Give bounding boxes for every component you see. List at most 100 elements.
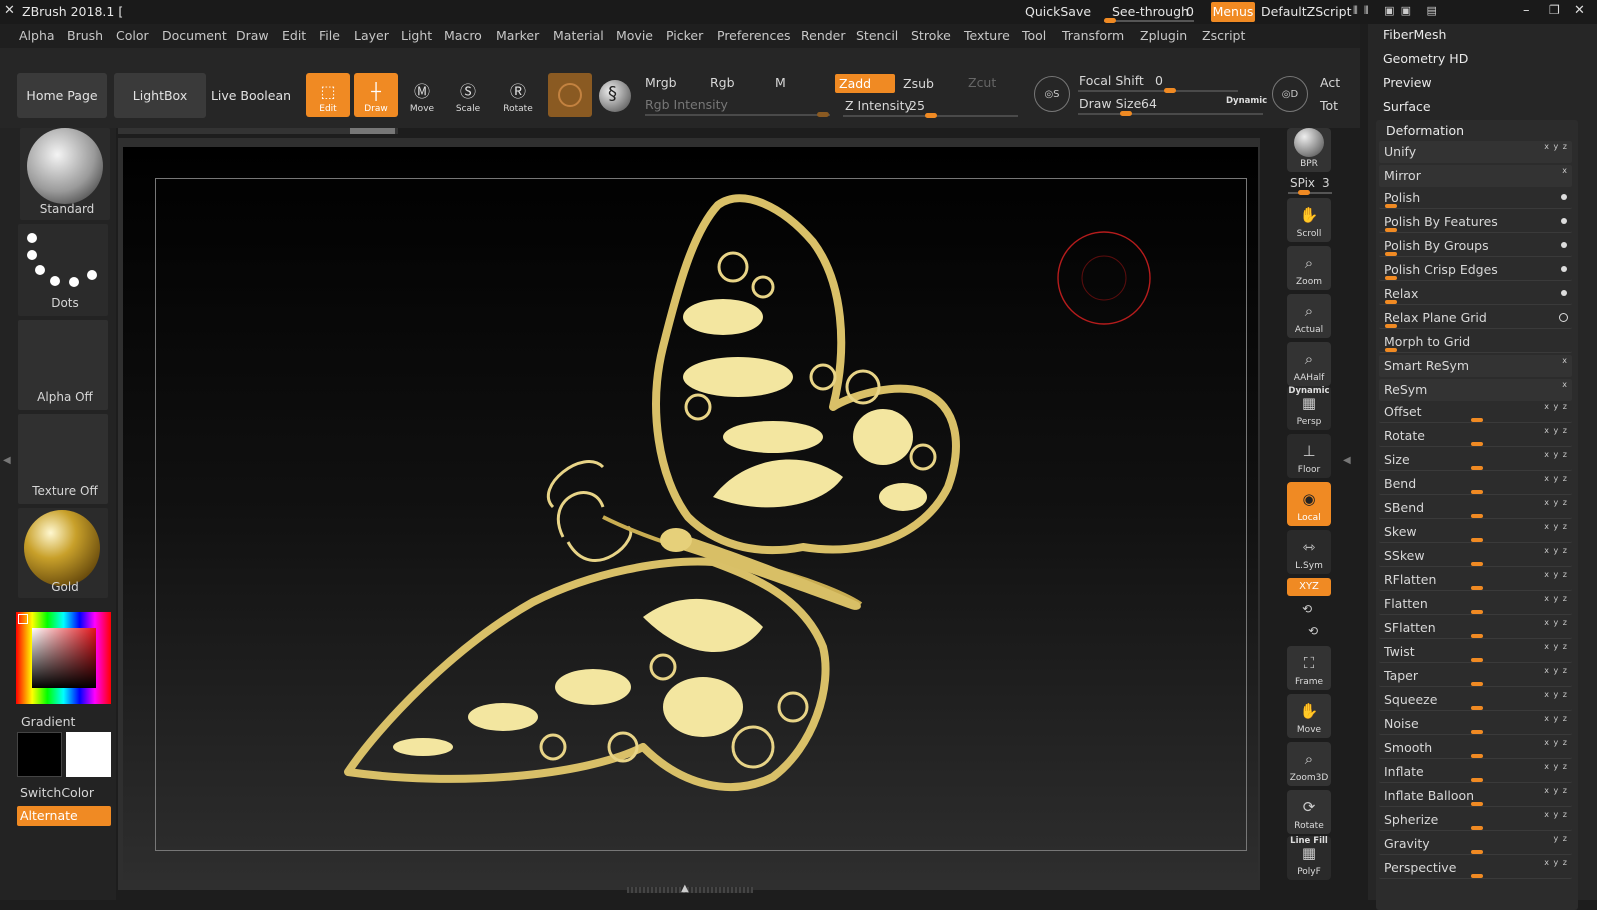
mrgb-toggle[interactable]: Mrgb (645, 75, 677, 90)
slider-knob[interactable] (1471, 778, 1483, 782)
stroke-sym-button[interactable]: ◎S (1034, 76, 1070, 112)
axis-toggle-icons[interactable]: x y z (1544, 858, 1568, 867)
sculptris-pro-button[interactable] (548, 73, 592, 117)
z-intensity-label[interactable]: Z Intensity (845, 98, 912, 113)
axis-toggle-icons[interactable]: x (1562, 166, 1568, 175)
deform-mirror[interactable]: Mirror x (1379, 165, 1572, 187)
axis-toggle-icons[interactable]: x y z (1544, 642, 1568, 651)
slider-knob[interactable] (1385, 348, 1397, 352)
radio-dot-icon[interactable] (1561, 218, 1567, 224)
deform-sbend[interactable]: SBend x y z (1379, 497, 1572, 519)
spix-slider[interactable] (1288, 190, 1332, 195)
deform-size[interactable]: Size x y z (1379, 449, 1572, 471)
deform-perspective[interactable]: Perspective x y z (1379, 857, 1572, 879)
slider-knob[interactable] (1385, 228, 1397, 232)
gradient-label[interactable]: Gradient (21, 714, 75, 729)
quicksave-button[interactable]: QuickSave (1025, 4, 1091, 19)
alternate-button[interactable]: Alternate (17, 806, 111, 826)
geometry-hd-header[interactable]: Geometry HD (1383, 51, 1468, 66)
bottom-tray-handle[interactable] (627, 887, 753, 893)
floor-button[interactable]: ⊥ Floor (1287, 434, 1331, 478)
deform-unify[interactable]: Unify x y z (1379, 141, 1572, 163)
menu-transform[interactable]: Transform (1062, 28, 1124, 43)
rotate-y-icon[interactable]: ⟲ (1302, 602, 1312, 616)
axis-toggle-icons[interactable]: x y z (1544, 714, 1568, 723)
deform-skew[interactable]: Skew x y z (1379, 521, 1572, 543)
slider-knob[interactable] (1471, 514, 1483, 518)
switch-color-button[interactable]: SwitchColor (20, 785, 94, 800)
deform-sflatten[interactable]: SFlatten x y z (1379, 617, 1572, 639)
menu-color[interactable]: Color (116, 28, 149, 43)
m-toggle[interactable]: M (775, 75, 786, 90)
deform-rotate[interactable]: Rotate x y z (1379, 425, 1572, 447)
left-collapse-arrow-icon[interactable]: ◀ (3, 455, 11, 466)
axis-toggle-icons[interactable]: x y z (1544, 498, 1568, 507)
rgb-intensity-label[interactable]: Rgb Intensity (645, 97, 728, 112)
axis-toggle-icons[interactable]: x y z (1544, 618, 1568, 627)
menu-draw[interactable]: Draw (236, 28, 269, 43)
axis-toggle-icons[interactable]: x (1562, 380, 1568, 389)
deform-smooth[interactable]: Smooth x y z (1379, 737, 1572, 759)
slider-knob[interactable] (1385, 300, 1397, 304)
surface-header[interactable]: Surface (1383, 99, 1431, 114)
see-through-label[interactable]: See-through (1112, 4, 1189, 19)
menus-button[interactable]: Menus (1211, 2, 1255, 22)
deform-offset[interactable]: Offset x y z (1379, 401, 1572, 423)
slider-knob[interactable] (1471, 802, 1483, 806)
local-button[interactable]: ◉ Local (1287, 482, 1331, 526)
secondary-color-swatch[interactable] (66, 732, 111, 777)
deform-polish-by-features[interactable]: Polish By Features (1379, 211, 1572, 233)
gyro-button[interactable]: § (599, 80, 631, 112)
scroll-button[interactable]: ✋ Scroll (1287, 198, 1331, 242)
deform-polish[interactable]: Polish (1379, 187, 1572, 209)
radio-dot-icon[interactable] (1561, 194, 1567, 200)
edit-mode-button[interactable]: ⬚ Edit (306, 73, 350, 117)
menu-zscript[interactable]: Zscript (1202, 28, 1245, 43)
rotate-mode-button[interactable]: Ⓡ Rotate (496, 73, 540, 117)
menu-texture[interactable]: Texture (964, 28, 1010, 43)
menu-material[interactable]: Material (553, 28, 604, 43)
menu-layer[interactable]: Layer (354, 28, 389, 43)
menu-stencil[interactable]: Stencil (856, 28, 898, 43)
axis-toggle-icons[interactable]: x y z (1544, 142, 1568, 151)
focal-shift-slider[interactable] (1078, 88, 1238, 93)
slider-knob[interactable] (1471, 586, 1483, 590)
slider-knob[interactable] (1385, 276, 1397, 280)
menu-light[interactable]: Light (401, 28, 432, 43)
deform-sskew[interactable]: SSkew x y z (1379, 545, 1572, 567)
lsym-button[interactable]: ⇿ L.Sym (1287, 530, 1331, 574)
deform-gravity[interactable]: Gravity y z (1379, 833, 1572, 855)
slider-knob[interactable] (1385, 252, 1397, 256)
polyf-button[interactable]: Line Fill ▦ PolyF (1287, 836, 1331, 880)
slider-knob[interactable] (1471, 610, 1483, 614)
radio-dot-icon[interactable] (1561, 242, 1567, 248)
deform-relax-plane-grid[interactable]: Relax Plane Grid (1379, 307, 1572, 329)
right-collapse-arrow-icon[interactable]: ◀ (1343, 455, 1351, 466)
deform-smart-resym[interactable]: Smart ReSym x (1379, 355, 1572, 377)
axis-toggle-icons[interactable]: x y z (1544, 450, 1568, 459)
fibermesh-header[interactable]: FiberMesh (1383, 27, 1446, 42)
rgb-toggle[interactable]: Rgb (710, 75, 735, 90)
axis-toggle-icons[interactable]: x y z (1544, 570, 1568, 579)
aahalf-button[interactable]: ⌕ AAHalf (1287, 342, 1331, 386)
axis-toggle-icons[interactable]: x y z (1544, 738, 1568, 747)
slider-knob[interactable] (1471, 754, 1483, 758)
deform-taper[interactable]: Taper x y z (1379, 665, 1572, 687)
menu-stroke[interactable]: Stroke (911, 28, 951, 43)
deform-resym[interactable]: ReSym x (1379, 379, 1572, 401)
slider-knob[interactable] (1471, 562, 1483, 566)
menu-movie[interactable]: Movie (616, 28, 653, 43)
draw-mode-button[interactable]: ┼ Draw (354, 73, 398, 117)
slider-knob[interactable] (1471, 706, 1483, 710)
menu-alpha[interactable]: Alpha (19, 28, 55, 43)
deform-polish-crisp-edges[interactable]: Polish Crisp Edges (1379, 259, 1572, 281)
see-through-slider[interactable] (1104, 18, 1194, 23)
radio-dot-icon[interactable] (1561, 266, 1567, 272)
zsub-toggle[interactable]: Zsub (903, 76, 934, 91)
axis-toggle-icons[interactable]: x y z (1544, 594, 1568, 603)
zoom-button[interactable]: ⌕ Zoom (1287, 246, 1331, 290)
frame-button[interactable]: ⛶ Frame (1287, 646, 1331, 690)
deform-twist[interactable]: Twist x y z (1379, 641, 1572, 663)
radio-dot-icon[interactable] (1561, 290, 1567, 296)
draw-size-label[interactable]: Draw Size (1079, 96, 1141, 111)
